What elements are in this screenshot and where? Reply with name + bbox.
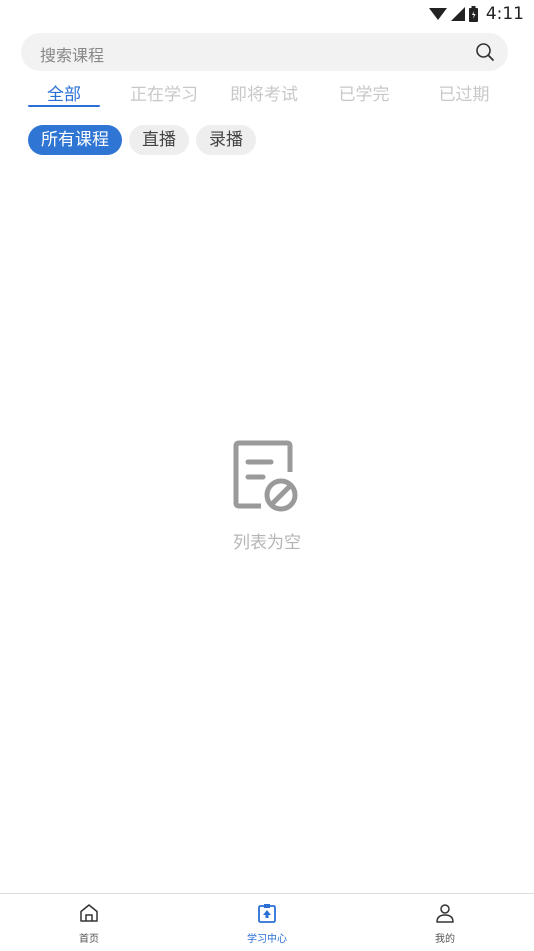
tab-in-progress[interactable]: 正在学习 <box>114 80 214 105</box>
search-input[interactable]: 搜索课程 <box>40 42 104 66</box>
nav-home[interactable]: 首页 <box>29 902 149 945</box>
empty-state-text: 列表为空 <box>233 533 301 553</box>
status-icons: 4:11 <box>428 3 524 25</box>
status-tabs: 全部 正在学习 即将考试 已学完 已过期 <box>0 80 534 108</box>
wifi-icon <box>428 8 447 20</box>
status-time: 4:11 <box>485 4 524 24</box>
nav-profile-label: 我的 <box>435 934 455 945</box>
chip-all-courses[interactable]: 所有课程 <box>28 125 122 155</box>
tab-upcoming-exam[interactable]: 即将考试 <box>214 80 314 105</box>
search-bar[interactable]: 搜索课程 <box>21 33 508 71</box>
signal-icon <box>450 7 465 21</box>
status-bar: 4:11 <box>0 0 534 28</box>
nav-study-center[interactable]: 学习中心 <box>207 902 327 945</box>
active-tab-indicator <box>28 105 100 107</box>
chip-recorded[interactable]: 录播 <box>196 125 256 155</box>
tab-expired[interactable]: 已过期 <box>414 80 514 105</box>
nav-profile[interactable]: 我的 <box>385 902 505 945</box>
tab-all[interactable]: 全部 <box>14 80 114 105</box>
home-icon <box>80 904 98 922</box>
course-type-filter: 所有课程 直播 录播 <box>28 125 256 155</box>
search-icon[interactable] <box>475 42 495 62</box>
chip-live[interactable]: 直播 <box>129 125 189 155</box>
nav-study-center-label: 学习中心 <box>247 934 287 945</box>
battery-icon <box>468 6 478 22</box>
study-center-icon <box>258 904 276 923</box>
nav-home-label: 首页 <box>79 934 99 945</box>
empty-document-icon <box>233 440 298 512</box>
profile-icon <box>436 904 454 923</box>
tab-completed[interactable]: 已学完 <box>314 80 414 105</box>
bottom-navigation: 首页 学习中心 我的 <box>0 893 534 951</box>
